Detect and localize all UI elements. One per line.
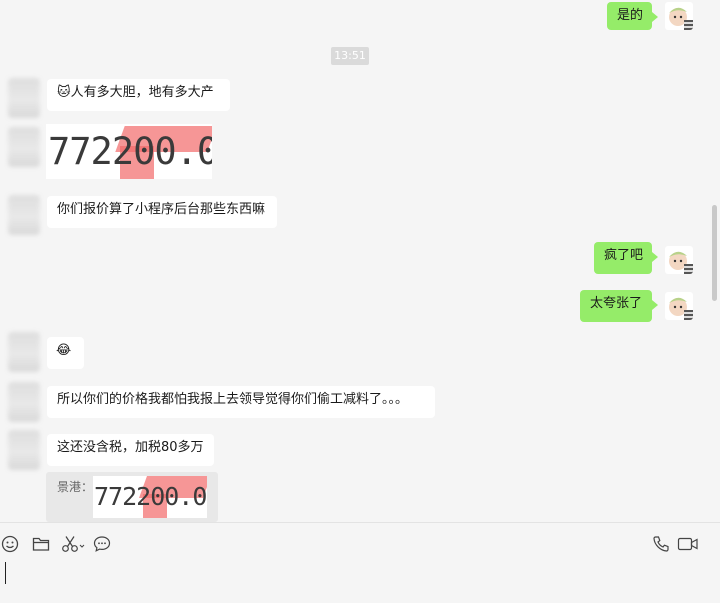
message-bubble-incoming[interactable]: 这还没含税，加税80多万 [47, 434, 214, 466]
cat-emoji-icon: 🐱 [57, 85, 71, 100]
quote-value-text: 772200.0 [94, 482, 207, 511]
message-timestamp: 13:51 [331, 47, 369, 65]
message-bubble-incoming[interactable]: 所以你们的价格我都怕我报上去领导觉得你们偷工减料了。。。 [47, 386, 435, 418]
message-text: 所以你们的价格我都怕我报上去领导觉得你们偷工减料了。。。 [57, 392, 409, 407]
contact-avatar[interactable] [8, 78, 40, 118]
scissors-icon[interactable] [61, 534, 85, 554]
phone-icon[interactable] [651, 534, 671, 554]
chat-scrollbar[interactable] [712, 205, 717, 301]
message-text: 人有多大胆，地有多大产 [70, 85, 214, 100]
text-input-caret[interactable] [5, 562, 6, 584]
message-bubble-outgoing[interactable]: 是的 [607, 2, 658, 30]
message-text: 疯了吧 [604, 248, 644, 263]
message-text: 是的 [617, 8, 644, 23]
self-avatar[interactable] [665, 2, 693, 30]
chat-bubble-icon[interactable] [92, 534, 112, 554]
image-message[interactable]: 772200.0 [46, 124, 212, 179]
message-bubble-incoming[interactable]: 😂 [47, 337, 84, 369]
folder-icon[interactable] [31, 534, 51, 554]
message-bubble-outgoing[interactable]: 太夸张了 [580, 290, 658, 322]
quote-image[interactable]: 772200.0 [93, 476, 207, 518]
message-bubble-outgoing[interactable]: 疯了吧 [594, 242, 658, 274]
self-avatar[interactable] [665, 292, 693, 320]
contact-avatar[interactable] [8, 127, 40, 167]
message-text: 太夸张了 [590, 296, 643, 311]
message-text: 这还没含税，加税80多万 [57, 440, 204, 455]
message-bubble-incoming[interactable]: 🐱人有多大胆，地有多大产 [47, 79, 230, 111]
message-composer[interactable] [0, 523, 720, 603]
message-text: 你们报价算了小程序后台那些东西嘛 [57, 202, 266, 217]
quoted-message[interactable]: 景港： 772200.0 [46, 472, 218, 522]
laughing-tears-emoji-icon: 😂 [56, 343, 72, 358]
contact-avatar[interactable] [8, 382, 40, 422]
self-avatar[interactable] [665, 246, 693, 274]
contact-avatar[interactable] [8, 430, 40, 470]
chat-history: 是的 13:51 🐱人有多大胆，地有多大产 772200.0 你们报价算了小程序… [0, 0, 720, 522]
emoji-icon[interactable] [0, 534, 20, 554]
video-call-icon[interactable] [677, 534, 699, 554]
contact-avatar[interactable] [8, 195, 40, 235]
contact-avatar[interactable] [8, 332, 40, 372]
image-value-text: 772200.0 [48, 130, 212, 173]
quote-sender: 景港： [57, 480, 94, 494]
message-bubble-incoming[interactable]: 你们报价算了小程序后台那些东西嘛 [47, 196, 277, 228]
